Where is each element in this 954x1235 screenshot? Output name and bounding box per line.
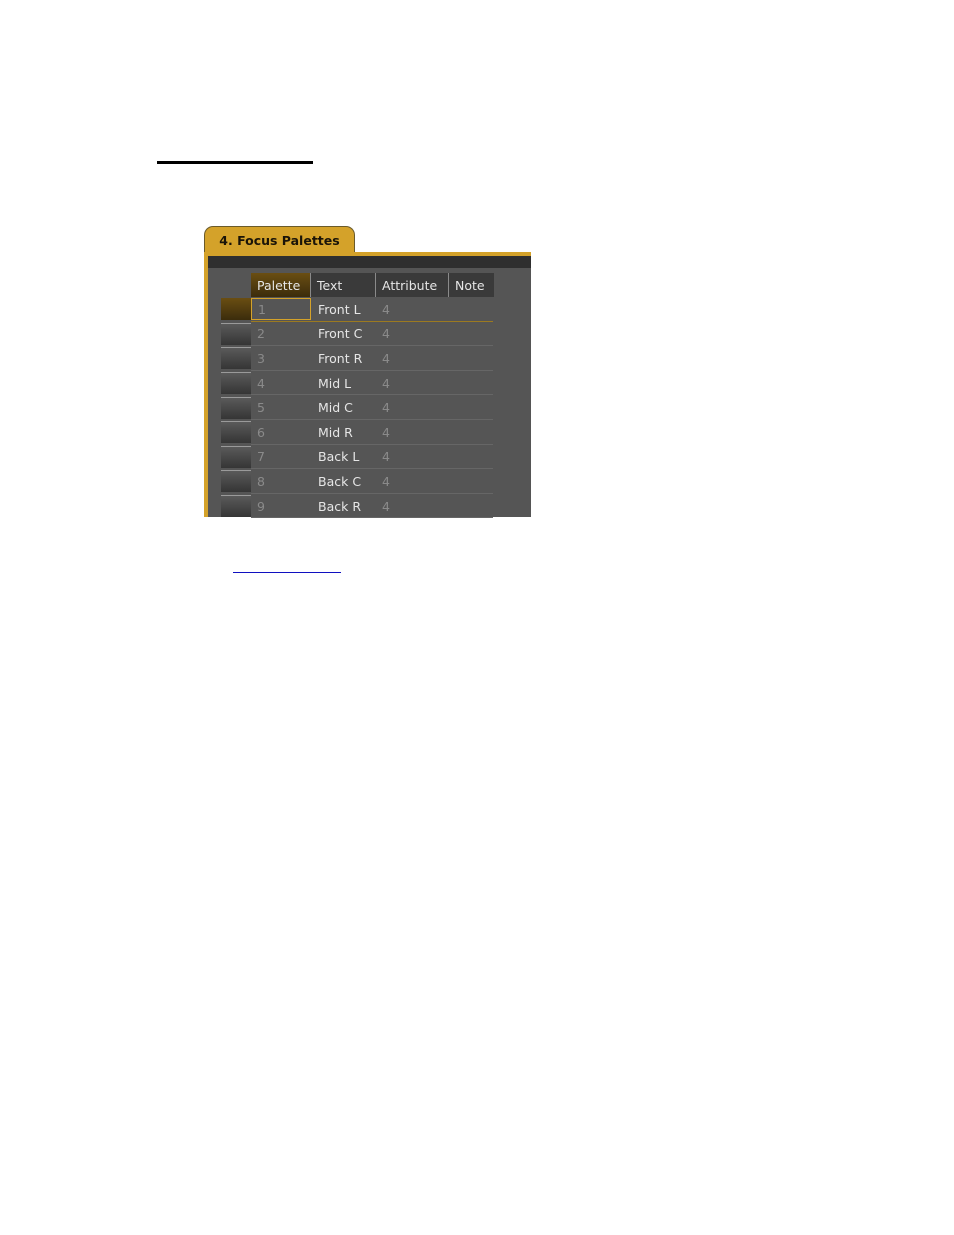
panel-body: Palette Text Attribute Note 1 Front L4 2F… [208,256,531,519]
table-body: 1 Front L4 2 Front C4 3 Front R4 4 Mid L4 5M… [221,297,493,519]
table-row[interactable]: 1 Front L4 [221,297,493,322]
row-handle[interactable] [221,298,251,321]
column-label: Palette [257,277,301,293]
table-row[interactable]: 7 Back L4 [221,445,493,470]
cell-palette[interactable]: 8 [251,470,311,492]
row-handle[interactable] [221,396,251,419]
cell-palette[interactable]: 2 [251,323,311,345]
column-label: Note [455,277,485,293]
cell-attribute[interactable]: 4 [375,499,448,514]
panel-toolbar [208,256,531,268]
palettes-panel: Palette Text Attribute Note 1 Front L4 2F… [204,252,531,519]
row-divider [251,517,493,519]
table-row[interactable]: 2 Front C4 [221,322,493,347]
column-label: Attribute [382,277,438,293]
cell-attribute[interactable]: 4 [375,400,448,415]
table-row[interactable]: 3 Front R4 [221,346,493,371]
cell-palette[interactable]: 7 [251,446,311,468]
column-header-attribute[interactable]: Attribute [376,273,449,297]
cell-attribute[interactable]: 4 [375,351,448,366]
cell-palette[interactable]: 3 [251,347,311,369]
cell-attribute[interactable]: 4 [375,449,448,464]
cell-palette[interactable]: 5 [251,397,311,419]
table-row[interactable]: 8 Back C4 [221,469,493,494]
row-handle[interactable] [221,470,251,493]
document-link-underline[interactable] [233,572,341,573]
row-handle[interactable] [221,495,251,518]
table-row[interactable]: 4 Mid L4 [221,371,493,396]
row-handle[interactable] [221,421,251,444]
cell-text[interactable]: Front R [311,351,375,366]
cell-text[interactable]: Mid L [311,376,375,391]
column-label: Text [317,277,343,293]
cell-text[interactable]: Front L [311,302,375,317]
cell-text[interactable]: Mid R [311,425,375,440]
row-handle[interactable] [221,445,251,468]
row-handle[interactable] [221,347,251,370]
cell-attribute[interactable]: 4 [375,326,448,341]
cell-palette[interactable]: 4 [251,372,311,394]
cell-attribute[interactable]: 4 [375,376,448,391]
cell-text[interactable]: Mid C [311,400,375,415]
cell-attribute[interactable]: 4 [375,425,448,440]
row-handle[interactable] [221,372,251,395]
cell-palette[interactable]: 6 [251,421,311,443]
document-heading-underline [157,161,313,164]
cell-attribute[interactable]: 4 [375,302,448,317]
table-row[interactable]: 9 Back R4 [221,494,493,519]
table-header: Palette Text Attribute Note [251,273,494,297]
cell-attribute[interactable]: 4 [375,474,448,489]
cell-text[interactable]: Back C [311,474,375,489]
column-header-palette[interactable]: Palette [251,273,311,297]
row-handle[interactable] [221,322,251,345]
cell-palette[interactable]: 1 [251,298,311,321]
tab-label: 4. Focus Palettes [219,232,340,248]
cell-text[interactable]: Back L [311,449,375,464]
cell-text[interactable]: Back R [311,499,375,514]
column-header-text[interactable]: Text [311,273,376,297]
column-header-note[interactable]: Note [449,273,494,297]
cell-palette[interactable]: 9 [251,495,311,517]
table-row[interactable]: 5 Mid C4 [221,395,493,420]
focus-palettes-screenshot: 4. Focus Palettes Palette Text Attribute… [204,226,531,519]
tab-focus-palettes[interactable]: 4. Focus Palettes [204,226,355,253]
cell-text[interactable]: Front C [311,326,375,341]
table-row[interactable]: 6 Mid R4 [221,420,493,445]
